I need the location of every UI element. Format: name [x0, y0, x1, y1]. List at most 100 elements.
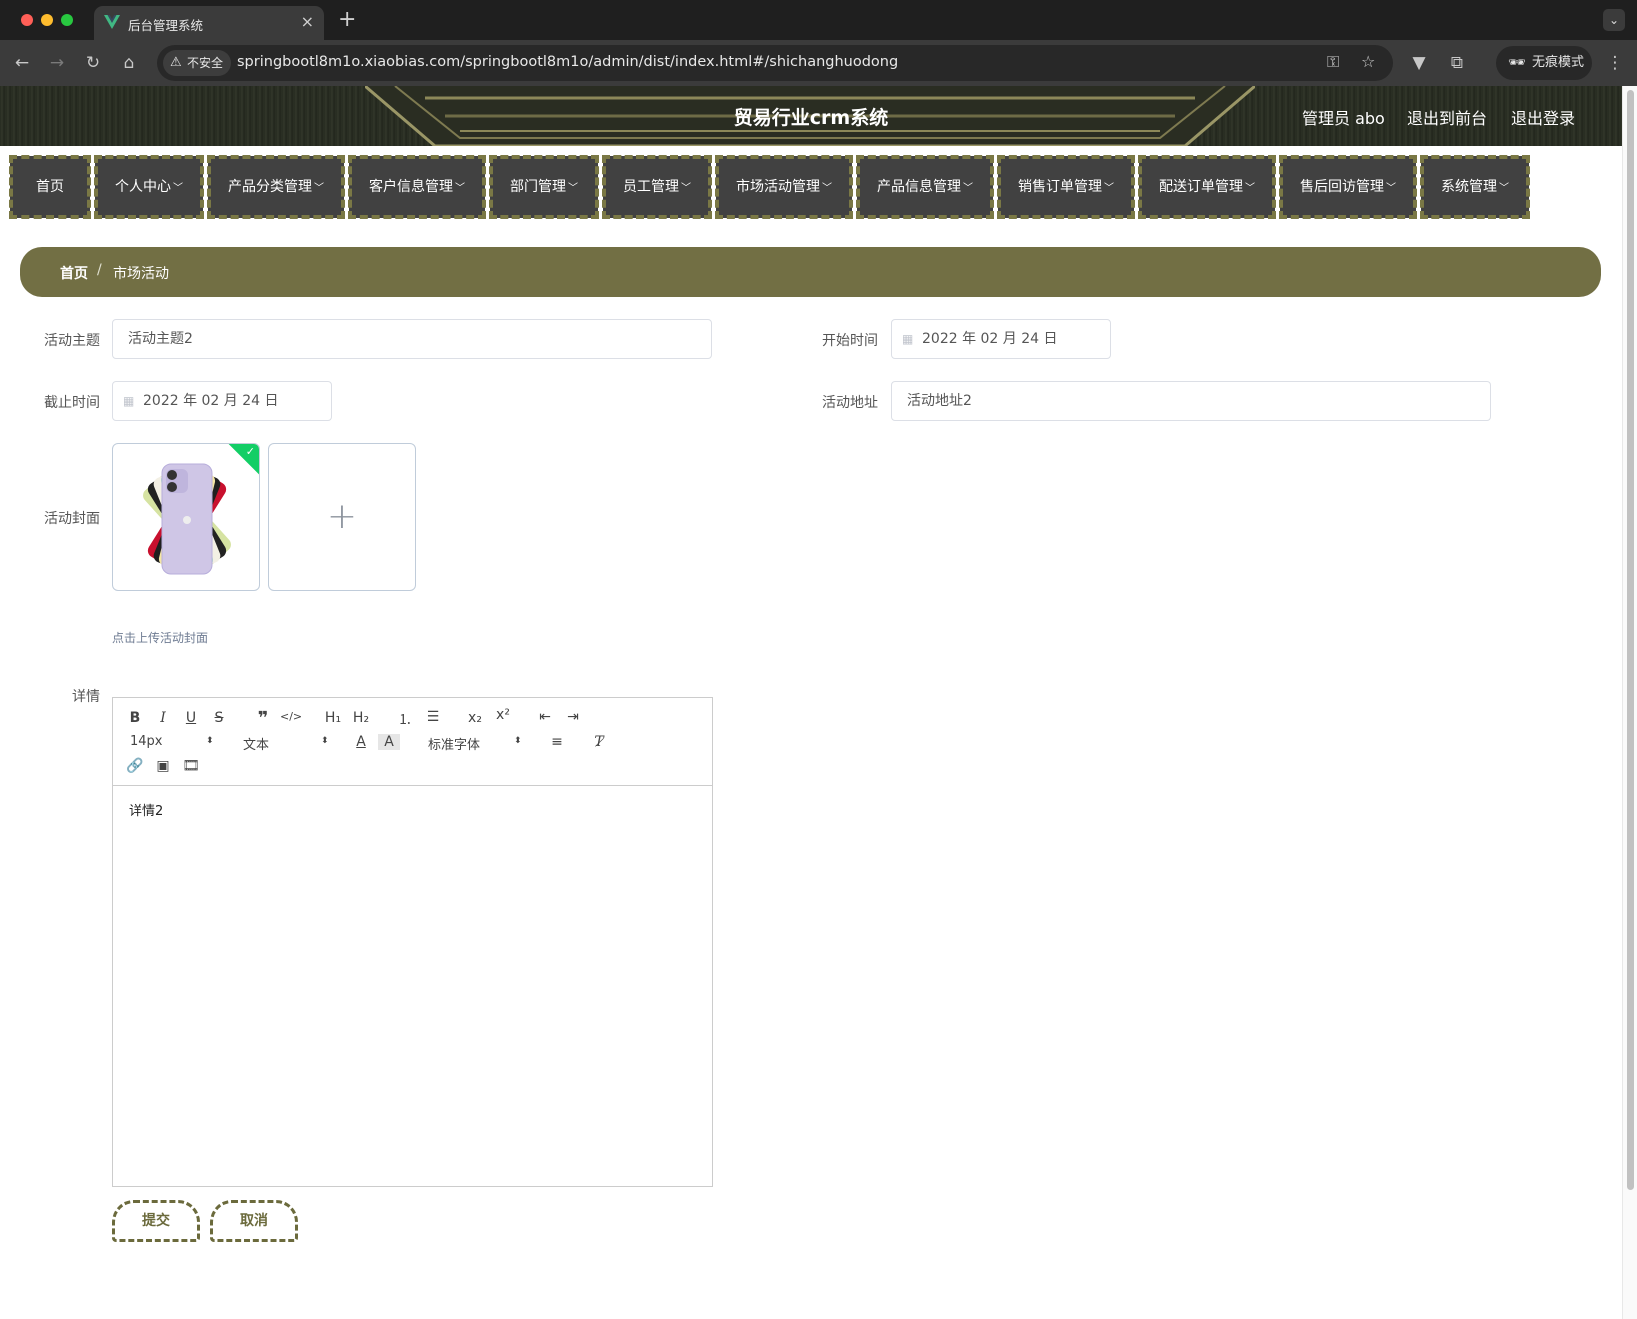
nav-item-label: 首页	[36, 179, 64, 195]
chevron-down-icon: ﹀	[455, 183, 465, 194]
breadcrumb-separator: /	[97, 262, 102, 278]
h2-icon[interactable]: H₂	[350, 710, 372, 726]
h1-icon[interactable]: H₁	[322, 710, 344, 726]
browser-tab-bar: 后台管理系统 × + ⌄	[0, 0, 1637, 40]
bookmark-star-icon[interactable]: ☆	[1361, 52, 1375, 71]
detail-text: 详情2	[129, 804, 164, 819]
nav-item-customer-info[interactable]: 客户信息管理 ﹀	[348, 155, 486, 219]
upload-add-button[interactable]: +	[268, 443, 416, 591]
superscript-icon[interactable]: x²	[492, 707, 514, 723]
video-icon[interactable]: 🎞	[180, 758, 202, 774]
nav-item-department[interactable]: 部门管理 ﹀	[489, 155, 599, 219]
bullet-list-icon[interactable]: ☰	[422, 709, 444, 725]
outdent-icon[interactable]: ⇤	[534, 709, 556, 725]
address-bar[interactable]: ⚠ 不安全 springbootl8m1o.xiaobias.com/sprin…	[157, 45, 1393, 81]
blockquote-icon[interactable]: ❞	[252, 708, 274, 729]
nav-item-product-info[interactable]: 产品信息管理 ﹀	[856, 155, 994, 219]
browser-tab[interactable]: 后台管理系统 ×	[94, 6, 324, 40]
nav-item-market-activity[interactable]: 市场活动管理 ﹀	[715, 155, 853, 219]
page-scrollbar[interactable]	[1622, 86, 1637, 1319]
image-icon[interactable]: ▣	[152, 758, 174, 774]
logout-link[interactable]: 退出登录	[1511, 105, 1575, 129]
subject-value: 活动主题2	[128, 331, 193, 347]
security-chip[interactable]: ⚠ 不安全	[163, 50, 232, 76]
nav-item-label: 个人中心	[115, 179, 171, 195]
nav-item-after-sales[interactable]: 售后回访管理 ﹀	[1279, 155, 1417, 219]
code-block-icon[interactable]: </>	[280, 710, 302, 723]
close-tab-icon[interactable]: ×	[301, 12, 314, 31]
extensions-puzzle-icon[interactable]: ⧉	[1446, 52, 1468, 74]
extension-v-icon[interactable]: ▼	[1408, 52, 1430, 74]
select-arrows-icon: ⬍	[514, 736, 522, 746]
incognito-label: 无痕模式	[1532, 55, 1585, 70]
start-time-picker[interactable]: ▦ 2022 年 02 月 24 日	[891, 319, 1111, 359]
strike-icon[interactable]: S	[208, 710, 230, 726]
warning-icon: ⚠	[170, 55, 182, 70]
clear-format-icon[interactable]: T̷	[588, 734, 610, 750]
chevron-down-icon: ﹀	[568, 183, 578, 194]
chevron-down-icon: ﹀	[963, 183, 973, 194]
end-time-picker[interactable]: ▦ 2022 年 02 月 24 日	[112, 381, 332, 421]
indent-icon[interactable]: ⇥	[562, 709, 584, 725]
upload-tip: 点击上传活动封面	[112, 631, 209, 645]
scroll-thumb[interactable]	[1627, 90, 1634, 1190]
home-icon[interactable]: ⌂	[118, 52, 140, 74]
subject-input[interactable]: 活动主题2	[112, 319, 712, 359]
maximize-window-button[interactable]	[61, 14, 73, 26]
select-arrows-icon: ⬍	[206, 736, 214, 746]
forward-icon[interactable]: →	[46, 52, 68, 74]
nav-item-label: 市场活动管理	[736, 179, 820, 195]
italic-icon[interactable]: I	[152, 710, 174, 726]
incognito-badge[interactable]: 🕶 无痕模式	[1496, 46, 1592, 80]
nav-item-system[interactable]: 系统管理 ﹀	[1420, 155, 1530, 219]
close-window-button[interactable]	[21, 14, 33, 26]
reload-icon[interactable]: ↻	[82, 52, 104, 74]
exit-to-front-link[interactable]: 退出到前台	[1407, 105, 1487, 129]
cover-label: 活动封面	[44, 511, 100, 527]
nav-item-delivery-order[interactable]: 配送订单管理 ﹀	[1138, 155, 1276, 219]
font-family-select[interactable]: 标准字体 ⬍	[428, 734, 528, 753]
font-size-select[interactable]: 14px ⬍	[130, 734, 220, 749]
nav-item-sales-order[interactable]: 销售订单管理 ﹀	[997, 155, 1135, 219]
underline-icon[interactable]: U	[180, 710, 202, 726]
address-input[interactable]: 活动地址2	[891, 381, 1491, 421]
cancel-button[interactable]: 取消	[210, 1200, 298, 1242]
editor-toolbar: B I U S ❞ </> H₁ H₂ ⒈ ☰ x₂ x² ⇤ ⇥ 14px ⬍…	[113, 698, 712, 786]
end-time-label: 截止时间	[44, 395, 100, 411]
chevron-down-icon: ﹀	[1104, 183, 1114, 194]
detail-label: 详情	[72, 689, 100, 705]
password-key-icon[interactable]: ⚿	[1327, 52, 1339, 72]
nav-item-employee[interactable]: 员工管理 ﹀	[602, 155, 712, 219]
ordered-list-icon[interactable]: ⒈	[394, 709, 416, 729]
nav-item-label: 销售订单管理	[1018, 179, 1102, 195]
calendar-icon: ▦	[123, 394, 135, 408]
editor-content[interactable]: 详情2	[129, 800, 163, 819]
background-color-icon[interactable]: A	[378, 734, 400, 750]
browser-toolbar: ← → ↻ ⌂ ⚠ 不安全 springbootl8m1o.xiaobias.c…	[0, 40, 1637, 86]
nav-item-label: 客户信息管理	[369, 179, 453, 195]
tab-title: 后台管理系统	[128, 18, 204, 33]
nav-item-home[interactable]: 首页	[9, 155, 91, 219]
insecure-label: 不安全	[187, 56, 224, 70]
address-label: 活动地址	[822, 395, 878, 411]
nav-item-personal-center[interactable]: 个人中心 ﹀	[94, 155, 204, 219]
minimize-window-button[interactable]	[41, 14, 53, 26]
new-tab-icon[interactable]: +	[338, 7, 356, 32]
bold-icon[interactable]: B	[124, 710, 146, 726]
nav-item-label: 产品分类管理	[228, 179, 312, 195]
subscript-icon[interactable]: x₂	[464, 710, 486, 726]
rich-text-editor: B I U S ❞ </> H₁ H₂ ⒈ ☰ x₂ x² ⇤ ⇥ 14px ⬍…	[112, 697, 713, 1187]
breadcrumb-home[interactable]: 首页	[60, 263, 88, 283]
browser-menu-icon[interactable]: ⋮	[1604, 52, 1626, 74]
nav-item-product-category[interactable]: 产品分类管理 ﹀	[207, 155, 345, 219]
link-icon[interactable]: 🔗	[124, 758, 146, 774]
tab-search-chevron-icon[interactable]: ⌄	[1603, 9, 1625, 31]
nav-item-label: 系统管理	[1441, 179, 1497, 195]
back-icon[interactable]: ←	[11, 52, 33, 74]
url-text[interactable]: springbootl8m1o.xiaobias.com/springbootl…	[237, 54, 898, 70]
align-icon[interactable]: ≡	[546, 734, 568, 750]
cover-thumbnail[interactable]: ✓	[112, 443, 260, 591]
header-select[interactable]: 文本 ⬍	[243, 734, 333, 753]
font-color-icon[interactable]: A	[350, 734, 372, 750]
submit-button[interactable]: 提交	[112, 1200, 200, 1242]
